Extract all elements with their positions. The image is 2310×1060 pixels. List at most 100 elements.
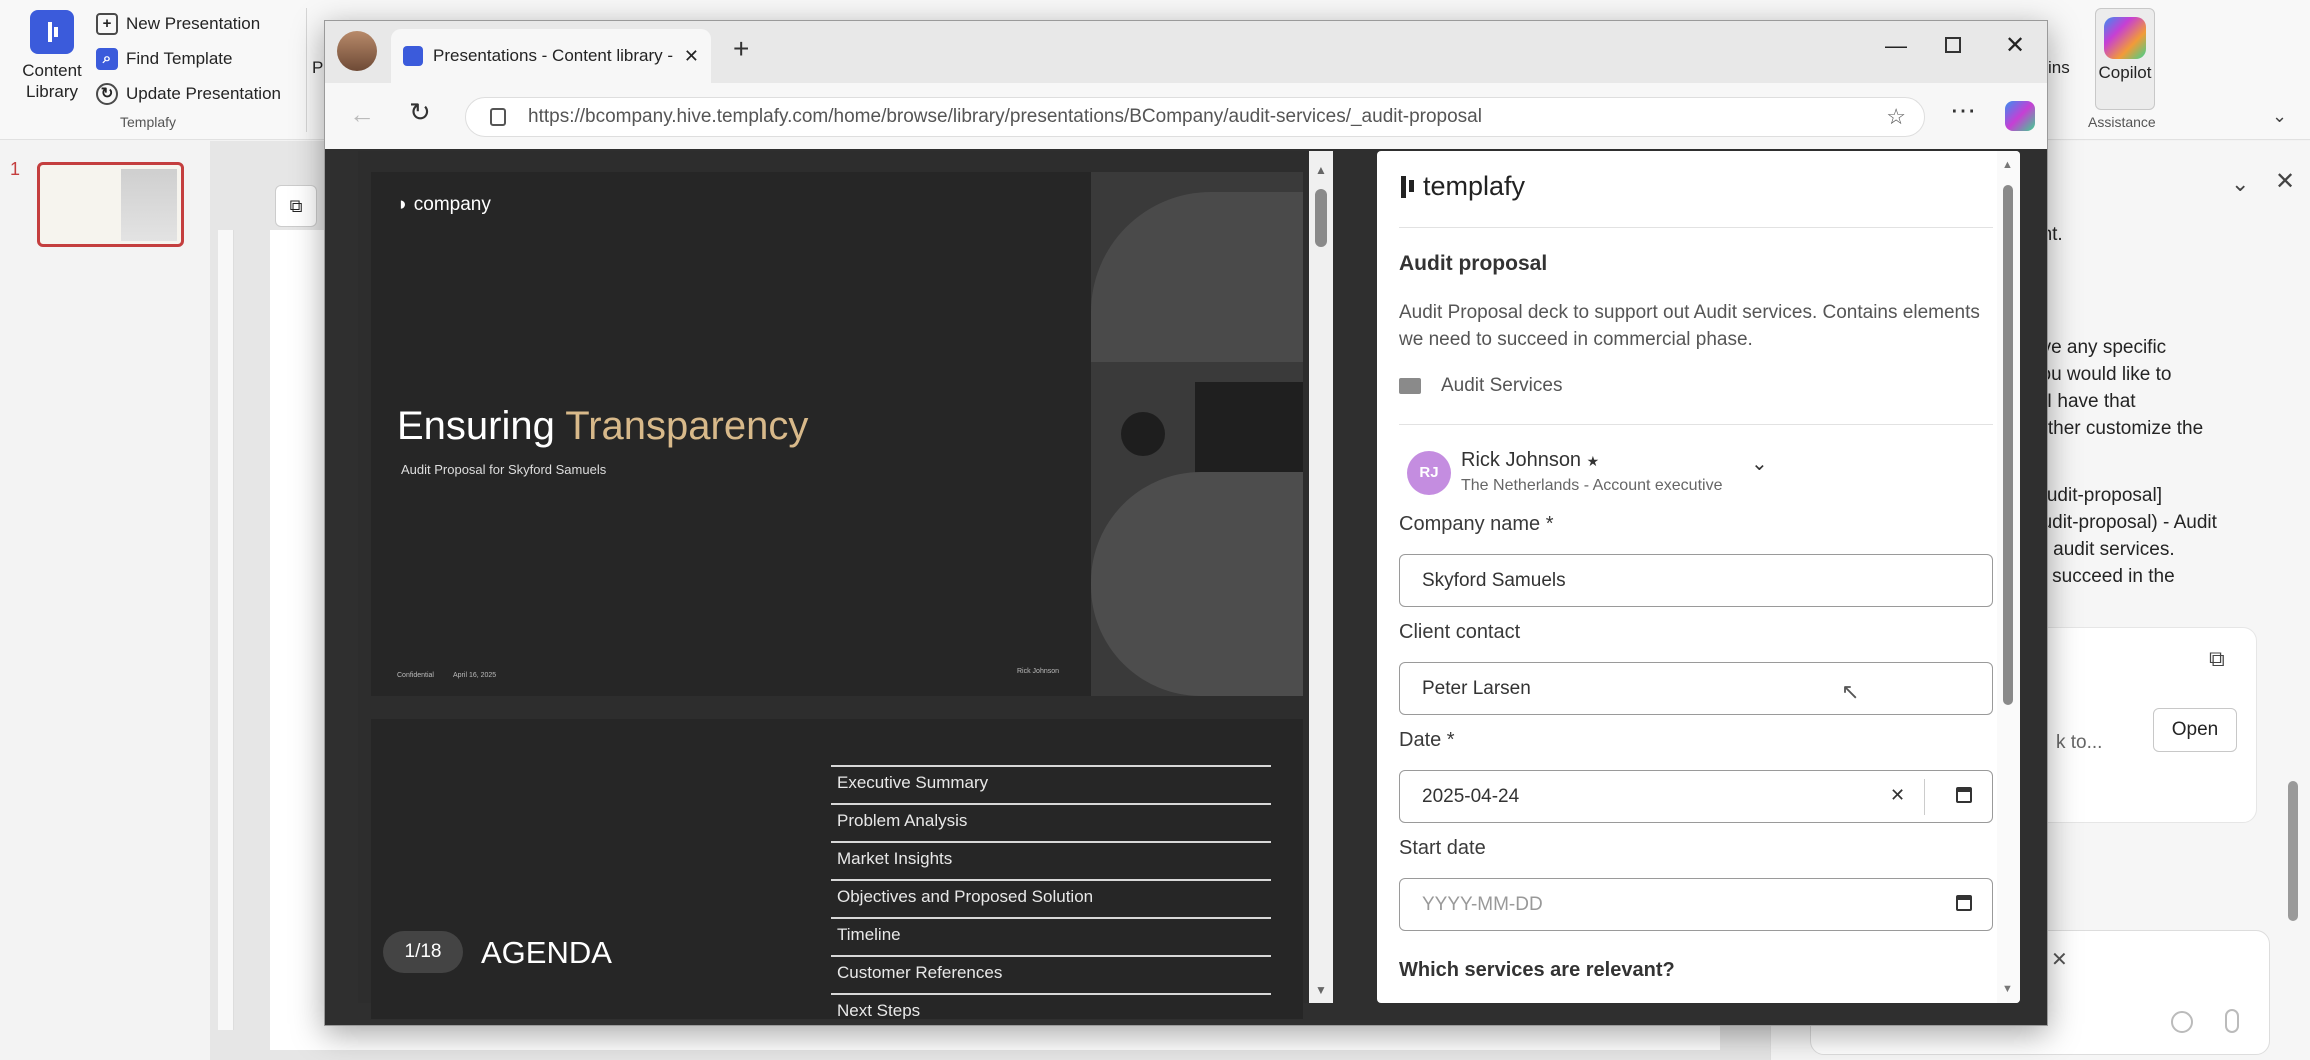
calendar-icon[interactable] <box>1956 787 1972 803</box>
chat-line: urther customize the <box>2031 418 2204 439</box>
chat-line: to succeed in the <box>2031 566 2175 587</box>
content-library-button[interactable]: Content Library <box>18 10 86 102</box>
update-presentation-button[interactable]: ↻ Update Presentation <box>96 80 281 108</box>
agenda-item: Problem Analysis <box>831 803 1271 841</box>
logo-text: company <box>413 194 491 215</box>
thumbnail-shape <box>121 169 177 241</box>
tab-title: Presentations - Content library - T <box>433 46 674 65</box>
template-title: Audit proposal <box>1399 252 1548 275</box>
back-icon[interactable]: ← <box>349 99 375 130</box>
slide-subtitle: Audit Proposal for Skyford Samuels <box>401 462 607 477</box>
user-dropdown-icon[interactable]: ⌄ <box>1751 451 1768 476</box>
company-name-input[interactable]: Skyford Samuels <box>1399 554 1993 607</box>
date-input[interactable]: 2025-04-24 ✕ <box>1399 770 1993 823</box>
favorite-star-icon[interactable]: ☆ <box>1886 104 1906 130</box>
scroll-thumb[interactable] <box>1315 189 1327 247</box>
agenda-item: Next Steps <box>831 993 1271 1019</box>
footer-author: Rick Johnson <box>1017 668 1060 675</box>
divider <box>1399 227 1993 228</box>
scroll-down-icon[interactable]: ▼ <box>2002 983 2013 995</box>
url-text: https://bcompany.hive.templafy.com/home/… <box>528 106 1482 127</box>
title-highlight: Transparency <box>565 404 809 448</box>
search-icon: ⌕ <box>96 48 118 70</box>
star-icon: ★ <box>1586 453 1600 469</box>
agenda-item: Timeline <box>831 917 1271 955</box>
scroll-up-icon[interactable]: ▲ <box>1315 163 1327 177</box>
panel-scrollbar[interactable]: ▲ ▼ <box>1997 151 2020 1003</box>
reload-icon[interactable]: ↻ <box>409 97 431 128</box>
ribbon-divider <box>306 8 307 132</box>
plus-icon: + <box>96 13 118 35</box>
refresh-icon: ↻ <box>96 83 118 105</box>
avatar: RJ <box>1407 451 1451 495</box>
slide-preview-2[interactable]: 1/18 AGENDA Executive Summary Problem An… <box>371 719 1303 1019</box>
designer-icon[interactable]: ⧉ <box>275 185 317 227</box>
find-template-button[interactable]: ⌕ Find Template <box>96 45 232 73</box>
microphone-icon[interactable] <box>2225 1009 2239 1033</box>
scroll-thumb[interactable] <box>2003 185 2013 705</box>
decor-shape <box>1091 472 1303 696</box>
agenda-item: Executive Summary <box>831 765 1271 803</box>
content-library-label: Content Library <box>22 61 82 101</box>
new-presentation-label: New Presentation <box>126 14 261 33</box>
maximize-icon[interactable] <box>1945 37 1961 53</box>
footer-date: April 16, 2025 <box>453 672 497 679</box>
clear-date-icon[interactable]: ✕ <box>1890 785 1905 806</box>
vertical-ruler <box>218 230 234 1030</box>
chevron-down-icon[interactable]: ⌄ <box>2231 171 2249 197</box>
slide-decoration <box>1091 172 1303 696</box>
copy-icon[interactable]: ⧉ <box>2209 646 2225 672</box>
start-date-input[interactable]: YYYY-MM-DD <box>1399 878 1993 931</box>
title-part: Ensuring <box>397 404 566 448</box>
agenda-item: Objectives and Proposed Solution <box>831 879 1271 917</box>
slide-title: Ensuring Transparency <box>397 404 808 449</box>
chat-scrollbar[interactable] <box>2288 781 2298 921</box>
start-date-placeholder: YYYY-MM-DD <box>1422 893 1543 915</box>
profile-avatar[interactable] <box>337 31 377 71</box>
address-bar-row: ← ↻ https://bcompany.hive.templafy.com/h… <box>325 83 2047 149</box>
copilot-button[interactable]: Copilot <box>2095 8 2155 110</box>
chat-line: /audit-proposal] <box>2031 485 2162 506</box>
tab-close-icon[interactable]: ✕ <box>684 46 699 67</box>
mouse-cursor: ↖ <box>1841 679 1860 704</box>
ribbon-collapse-icon[interactable]: ⌄ <box>2272 106 2287 127</box>
agenda-item: Market Insights <box>831 841 1271 879</box>
templafy-favicon-icon <box>403 46 423 66</box>
calendar-icon[interactable] <box>1956 895 1972 911</box>
new-tab-icon[interactable]: + <box>733 33 749 65</box>
open-button[interactable]: Open <box>2153 708 2237 752</box>
more-options-icon[interactable]: ⋯ <box>1950 95 1976 126</box>
remove-attachment-icon[interactable]: ✕ <box>2051 947 2068 972</box>
preview-scrollbar[interactable]: ▲ ▼ <box>1309 151 1333 1003</box>
template-folder[interactable]: Audit Services <box>1399 375 1562 397</box>
close-icon[interactable]: ✕ <box>2275 167 2295 196</box>
scroll-up-icon[interactable]: ▲ <box>2002 159 2013 171</box>
templafy-logo: templafy <box>1399 171 1525 202</box>
slide-thumbnail[interactable] <box>37 162 184 247</box>
scroll-down-icon[interactable]: ▼ <box>1315 983 1327 997</box>
template-description: Audit Proposal deck to support out Audit… <box>1399 302 1980 350</box>
minimize-icon[interactable]: — <box>1885 33 1907 59</box>
url-field[interactable]: https://bcompany.hive.templafy.com/home/… <box>465 97 1925 137</box>
company-name-label: Company name * <box>1399 513 1554 535</box>
window-close-icon[interactable]: ✕ <box>2005 31 2025 60</box>
user-name: Rick Johnson ★ <box>1461 449 1599 472</box>
services-question: Which services are relevant? <box>1399 959 1675 981</box>
slide-preview-1[interactable]: ◗ company Ensuring Transparency Audit Pr… <box>371 172 1303 696</box>
copilot-browser-icon[interactable] <box>2005 101 2035 131</box>
decor-shape <box>1091 192 1303 362</box>
decor-shape <box>1121 412 1165 456</box>
card-text: k to... <box>2056 732 2103 753</box>
group-label-templafy: Templafy <box>120 114 177 130</box>
company-logo: ◗ company <box>397 194 491 215</box>
agenda-item: Customer References <box>831 955 1271 993</box>
addins-button-partial[interactable]: ins <box>2048 58 2070 78</box>
globe-icon[interactable] <box>2171 1011 2193 1033</box>
footer-confidential: Confidential <box>397 672 434 679</box>
browser-window: Presentations - Content library - T ✕ + … <box>324 20 2048 1026</box>
field-divider <box>1924 779 1925 815</box>
chat-line: ur audit services. <box>2031 539 2175 560</box>
new-presentation-button[interactable]: + New Presentation <box>96 10 260 38</box>
client-contact-input[interactable]: Peter Larsen <box>1399 662 1993 715</box>
browser-tab[interactable]: Presentations - Content library - T ✕ <box>391 29 711 83</box>
